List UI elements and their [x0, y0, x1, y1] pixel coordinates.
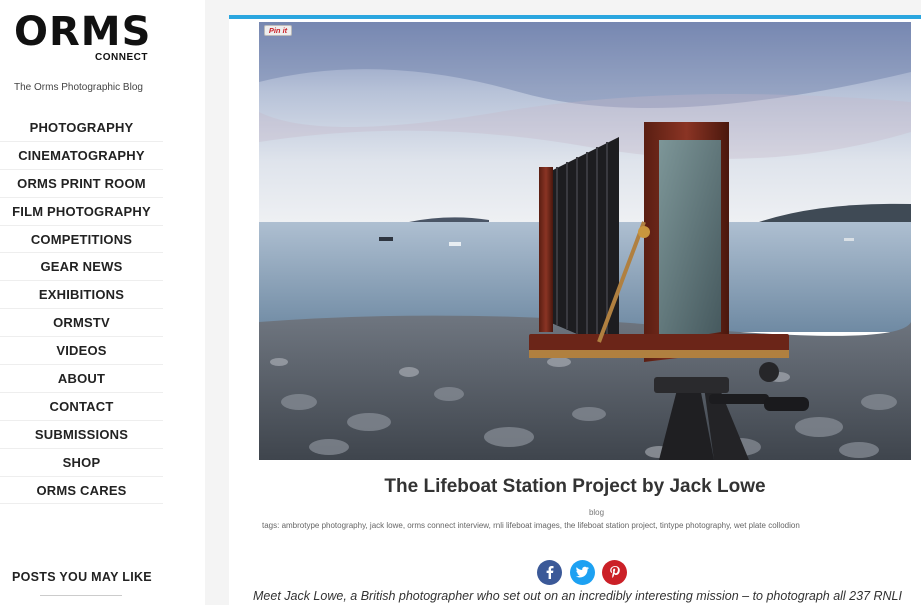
nav-item-about[interactable]: ABOUT — [0, 365, 163, 393]
nav-item-competitions[interactable]: COMPETITIONS — [0, 226, 163, 254]
site-logo[interactable]: ORMS CONNECT — [14, 12, 154, 66]
post-excerpt: Meet Jack Lowe, a British photographer w… — [253, 589, 902, 603]
posts-you-may-like-heading: POSTS YOU MAY LIKE — [12, 570, 152, 584]
pin-it-button[interactable]: Pin it — [264, 25, 292, 36]
camera-on-beach-photo — [259, 22, 911, 460]
nav-item-videos[interactable]: VIDEOS — [0, 337, 163, 366]
logo-text: ORMS — [14, 9, 152, 55]
facebook-icon — [546, 566, 553, 579]
twitter-icon — [575, 566, 589, 578]
pinterest-icon — [609, 566, 620, 578]
divider — [40, 595, 122, 596]
nav-item-gear-news[interactable]: GEAR NEWS — [0, 253, 163, 282]
post-content: Pin it The Lifeboat Station Project by J… — [229, 15, 921, 605]
accent-bar — [229, 15, 921, 19]
pinterest-share-button[interactable] — [602, 560, 627, 585]
post-category[interactable]: blog — [229, 508, 921, 517]
nav-item-photography[interactable]: PHOTOGRAPHY — [0, 114, 163, 142]
hero-image[interactable]: Pin it — [259, 22, 911, 460]
nav-item-exhibitions[interactable]: EXHIBITIONS — [0, 281, 163, 310]
nav-item-shop[interactable]: SHOP — [0, 449, 163, 477]
logo-subtext: CONNECT — [95, 52, 148, 63]
facebook-share-button[interactable] — [537, 560, 562, 585]
nav-item-cinematography[interactable]: CINEMATOGRAPHY — [0, 142, 163, 170]
nav-item-contact[interactable]: CONTACT — [0, 393, 163, 421]
nav-item-submissions[interactable]: SUBMISSIONS — [0, 421, 163, 449]
nav-item-film-photography[interactable]: FILM PHOTOGRAPHY — [0, 198, 163, 226]
nav-item-orms-cares[interactable]: ORMS CARES — [0, 477, 163, 505]
post-title[interactable]: The Lifeboat Station Project by Jack Low… — [229, 476, 921, 498]
site-tagline: The Orms Photographic Blog — [14, 82, 143, 93]
main-nav: PHOTOGRAPHY CINEMATOGRAPHY ORMS PRINT RO… — [0, 114, 163, 505]
post-tags[interactable]: tags: ambrotype photography, jack lowe, … — [262, 521, 921, 530]
twitter-share-button[interactable] — [570, 560, 595, 585]
nav-item-orms-print-room[interactable]: ORMS PRINT ROOM — [0, 170, 163, 198]
nav-item-ormstv[interactable]: ORMSTV — [0, 309, 163, 338]
sidebar: ORMS CONNECT The Orms Photographic Blog … — [0, 0, 205, 605]
